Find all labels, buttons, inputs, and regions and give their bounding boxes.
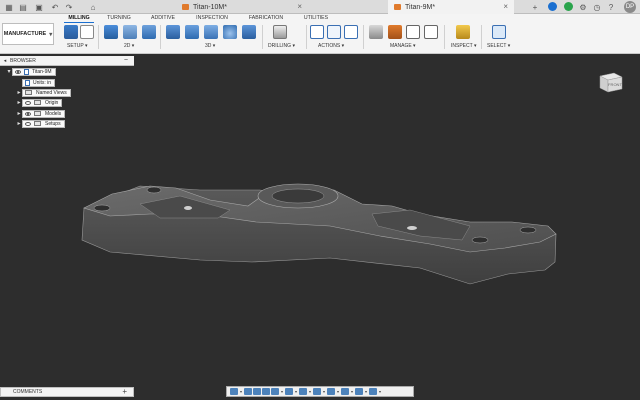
look-at-icon[interactable] [244, 388, 252, 395]
section-analysis-icon[interactable] [369, 388, 377, 395]
comments-title: COMMENTS [13, 389, 43, 395]
comments-panel[interactable]: COMMENTS + [0, 387, 134, 397]
fusion-window: ▦ ▤ ▣ ↶ ↷ ⌂ Titan-10M* × Titan-9M* × + ⚙… [0, 0, 640, 400]
chevron-down-icon[interactable]: ▾ [336, 389, 340, 394]
chevron-down-icon[interactable]: ▾ [239, 389, 243, 394]
stock-display-icon[interactable] [327, 388, 335, 395]
navigation-toolbar: ▾ ▾ ▾ ▾ ▾ ▾ ▾ ▾ ▾ [226, 386, 414, 397]
chevron-down-icon[interactable]: ▾ [294, 389, 298, 394]
grid-icon[interactable] [299, 388, 307, 395]
chevron-down-icon[interactable]: ▾ [364, 389, 368, 394]
tool-display-icon[interactable] [355, 388, 363, 395]
chevron-down-icon[interactable]: ▾ [378, 389, 382, 394]
pan-hand-icon[interactable] [253, 388, 261, 395]
chevron-down-icon[interactable]: ▾ [280, 389, 284, 394]
toolpath-display-icon[interactable] [341, 388, 349, 395]
chevron-down-icon[interactable]: ▾ [308, 389, 312, 394]
fit-icon[interactable] [271, 388, 279, 395]
display-settings-icon[interactable] [285, 388, 293, 395]
titan-part-model[interactable] [81, 183, 557, 285]
zoom-icon[interactable] [262, 388, 270, 395]
model-viewport[interactable] [0, 0, 640, 400]
chevron-down-icon[interactable]: ▾ [350, 389, 354, 394]
chevron-down-icon[interactable]: ▾ [322, 389, 326, 394]
add-comment-icon[interactable]: + [122, 387, 127, 396]
orbit-icon[interactable] [230, 388, 238, 395]
viewports-icon[interactable] [313, 388, 321, 395]
